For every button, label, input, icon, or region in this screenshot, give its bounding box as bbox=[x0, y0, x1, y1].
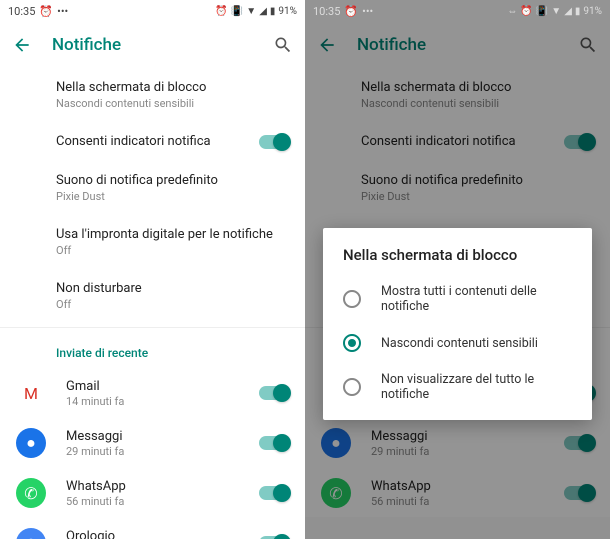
dnd-title: Non disturbare bbox=[56, 281, 289, 296]
status-time: 10:35 bbox=[8, 5, 35, 18]
back-button[interactable] bbox=[12, 35, 32, 55]
app-name: Orologio bbox=[66, 529, 259, 539]
vibrate-icon: 📳 bbox=[536, 6, 548, 17]
dnd-value: Off bbox=[56, 298, 289, 311]
app-time: 56 minuti fa bbox=[66, 495, 259, 508]
search-button[interactable] bbox=[273, 35, 293, 55]
phone-left: 10:35 ⏰ ••• ⏰ 📳 ▼ ◢ ▮ 91% Notifiche Nell… bbox=[0, 0, 305, 539]
app-name: Messaggi bbox=[66, 429, 259, 444]
sound-setting[interactable]: Suono di notifica predefinito Pixie Dust bbox=[0, 161, 305, 215]
app-bar: Notifiche bbox=[0, 22, 305, 68]
app-icon: ◷ bbox=[16, 528, 46, 539]
badges-title: Consenti indicatori notifica bbox=[56, 134, 289, 149]
lockscreen-dialog: Nella schermata di blocco Mostra tutti i… bbox=[323, 228, 592, 420]
app-name: Gmail bbox=[66, 379, 259, 394]
sound-value: Pixie Dust bbox=[56, 190, 289, 203]
status-time: 10:35 bbox=[313, 5, 340, 18]
radio-icon bbox=[343, 290, 361, 308]
dialog-title: Nella schermata di blocco bbox=[323, 246, 592, 274]
wifi-icon: ▼ bbox=[246, 6, 256, 17]
app-row[interactable]: ● Messaggi 29 minuti fa bbox=[0, 418, 305, 468]
lockscreen-setting[interactable]: Nella schermata di blocco Nascondi conte… bbox=[0, 68, 305, 122]
signal-icon: ◢ bbox=[259, 6, 267, 17]
battery-pct: 91% bbox=[583, 6, 602, 17]
app-toggle[interactable] bbox=[259, 436, 289, 450]
radio-icon bbox=[343, 334, 361, 352]
link-icon: ⇔ bbox=[507, 6, 517, 17]
battery-icon: ▮ bbox=[575, 6, 581, 17]
status-bar: 10:35 ⏰ ••• ⇔ ⏰ 📳 ▼ ◢ ▮ 91% bbox=[305, 0, 610, 22]
app-time: 29 minuti fa bbox=[66, 445, 259, 458]
vibrate-icon: 📳 bbox=[231, 6, 243, 17]
signal-icon: ◢ bbox=[564, 6, 572, 17]
more-icon: ••• bbox=[362, 5, 373, 18]
radio-icon bbox=[343, 378, 361, 396]
radio-label: Non visualizzare del tutto le notifiche bbox=[381, 372, 572, 402]
alarm-icon: ⏰ bbox=[39, 5, 53, 18]
app-time: 14 minuti fa bbox=[66, 395, 259, 408]
divider bbox=[0, 327, 305, 328]
page-title: Notifiche bbox=[52, 35, 253, 55]
app-name: WhatsApp bbox=[66, 479, 259, 494]
wifi-icon: ▼ bbox=[551, 6, 561, 17]
phone-right: 10:35 ⏰ ••• ⇔ ⏰ 📳 ▼ ◢ ▮ 91% Notifiche Ne… bbox=[305, 0, 610, 539]
recent-header: Inviate di recente bbox=[0, 332, 305, 368]
badges-setting[interactable]: Consenti indicatori notifica bbox=[0, 122, 305, 161]
more-icon: ••• bbox=[57, 5, 68, 18]
settings-list: Nella schermata di blocco Nascondi conte… bbox=[0, 68, 305, 539]
fingerprint-title: Usa l'impronta digitale per le notifiche bbox=[56, 227, 289, 242]
radio-label: Mostra tutti i contenuti delle notifiche bbox=[381, 284, 572, 314]
alarm-icon2: ⏰ bbox=[520, 6, 532, 17]
badges-toggle[interactable] bbox=[259, 135, 289, 149]
radio-option[interactable]: Nascondi contenuti sensibili bbox=[323, 324, 592, 362]
dnd-setting[interactable]: Non disturbare Off bbox=[0, 269, 305, 323]
app-icon: ✆ bbox=[16, 478, 46, 508]
status-bar: 10:35 ⏰ ••• ⏰ 📳 ▼ ◢ ▮ 91% bbox=[0, 0, 305, 22]
radio-option[interactable]: Non visualizzare del tutto le notifiche bbox=[323, 362, 592, 412]
radio-option[interactable]: Mostra tutti i contenuti delle notifiche bbox=[323, 274, 592, 324]
app-icon: ● bbox=[16, 428, 46, 458]
radio-label: Nascondi contenuti sensibili bbox=[381, 336, 538, 351]
fingerprint-value: Off bbox=[56, 244, 289, 257]
alarm-icon: ⏰ bbox=[344, 5, 358, 18]
app-row[interactable]: ✆ WhatsApp 56 minuti fa bbox=[0, 468, 305, 518]
app-toggle[interactable] bbox=[259, 386, 289, 400]
app-icon: M bbox=[16, 378, 46, 408]
battery-pct: 91% bbox=[278, 6, 297, 17]
app-row[interactable]: M Gmail 14 minuti fa bbox=[0, 368, 305, 418]
app-row[interactable]: ◷ Orologio 65 minuti fa bbox=[0, 518, 305, 539]
fingerprint-setting[interactable]: Usa l'impronta digitale per le notifiche… bbox=[0, 215, 305, 269]
battery-icon: ▮ bbox=[270, 6, 276, 17]
lockscreen-title: Nella schermata di blocco bbox=[56, 80, 289, 95]
lockscreen-value: Nascondi contenuti sensibili bbox=[56, 97, 289, 110]
alarm-icon2: ⏰ bbox=[215, 6, 227, 17]
app-toggle[interactable] bbox=[259, 486, 289, 500]
sound-title: Suono di notifica predefinito bbox=[56, 173, 289, 188]
